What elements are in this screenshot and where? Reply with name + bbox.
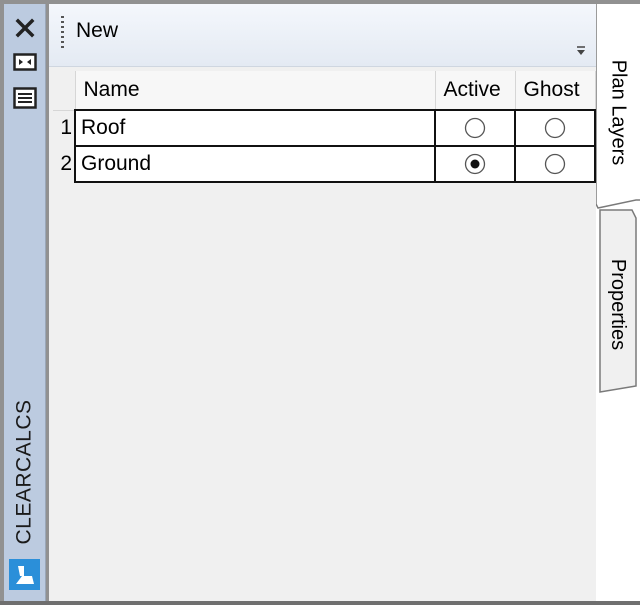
layer-name-cell[interactable]: Ground xyxy=(74,145,436,183)
table-row[interactable]: 1 Roof xyxy=(53,109,596,147)
app-name-label: CLEARCALCS xyxy=(12,398,36,545)
tab-properties[interactable]: Properties xyxy=(596,224,640,384)
column-header-name[interactable]: Name xyxy=(75,71,436,111)
layers-table: Name Active Ghost 1 Roof 2 Ground xyxy=(53,71,596,183)
table-row[interactable]: 2 Ground xyxy=(53,145,596,183)
active-cell xyxy=(434,145,516,183)
dock-sidebar: CLEARCALCS xyxy=(4,4,46,601)
toolbar-overflow-icon[interactable] xyxy=(574,44,588,63)
close-icon[interactable] xyxy=(12,17,38,39)
ghost-cell xyxy=(514,145,596,183)
new-button[interactable]: New xyxy=(73,17,121,45)
row-number: 1 xyxy=(53,110,76,146)
toolbar: New xyxy=(49,4,596,67)
active-radio[interactable] xyxy=(464,117,486,139)
row-number: 2 xyxy=(53,146,76,182)
app-logo-icon[interactable] xyxy=(9,559,40,590)
active-cell xyxy=(434,109,516,147)
ghost-radio[interactable] xyxy=(544,117,566,139)
layers-panel: New Name Active Ghost 1 Roof 2 Ground xyxy=(49,4,596,601)
column-header-active[interactable]: Active xyxy=(435,71,516,111)
table-header: Name Active Ghost xyxy=(53,71,596,111)
ghost-radio[interactable] xyxy=(544,153,566,175)
active-radio-selected[interactable] xyxy=(464,153,486,175)
tab-plan-layers[interactable]: Plan Layers xyxy=(596,32,640,192)
ghost-cell xyxy=(514,109,596,147)
menu-icon[interactable] xyxy=(12,87,38,109)
toolbar-grip-icon[interactable] xyxy=(61,16,64,50)
header-corner xyxy=(53,71,76,111)
bottom-border xyxy=(0,601,640,605)
layer-name-cell[interactable]: Roof xyxy=(74,109,436,147)
dock-toggle-icon[interactable] xyxy=(12,51,38,73)
column-header-ghost[interactable]: Ghost xyxy=(515,71,596,111)
side-tab-strip: Plan Layers Properties xyxy=(596,4,640,605)
